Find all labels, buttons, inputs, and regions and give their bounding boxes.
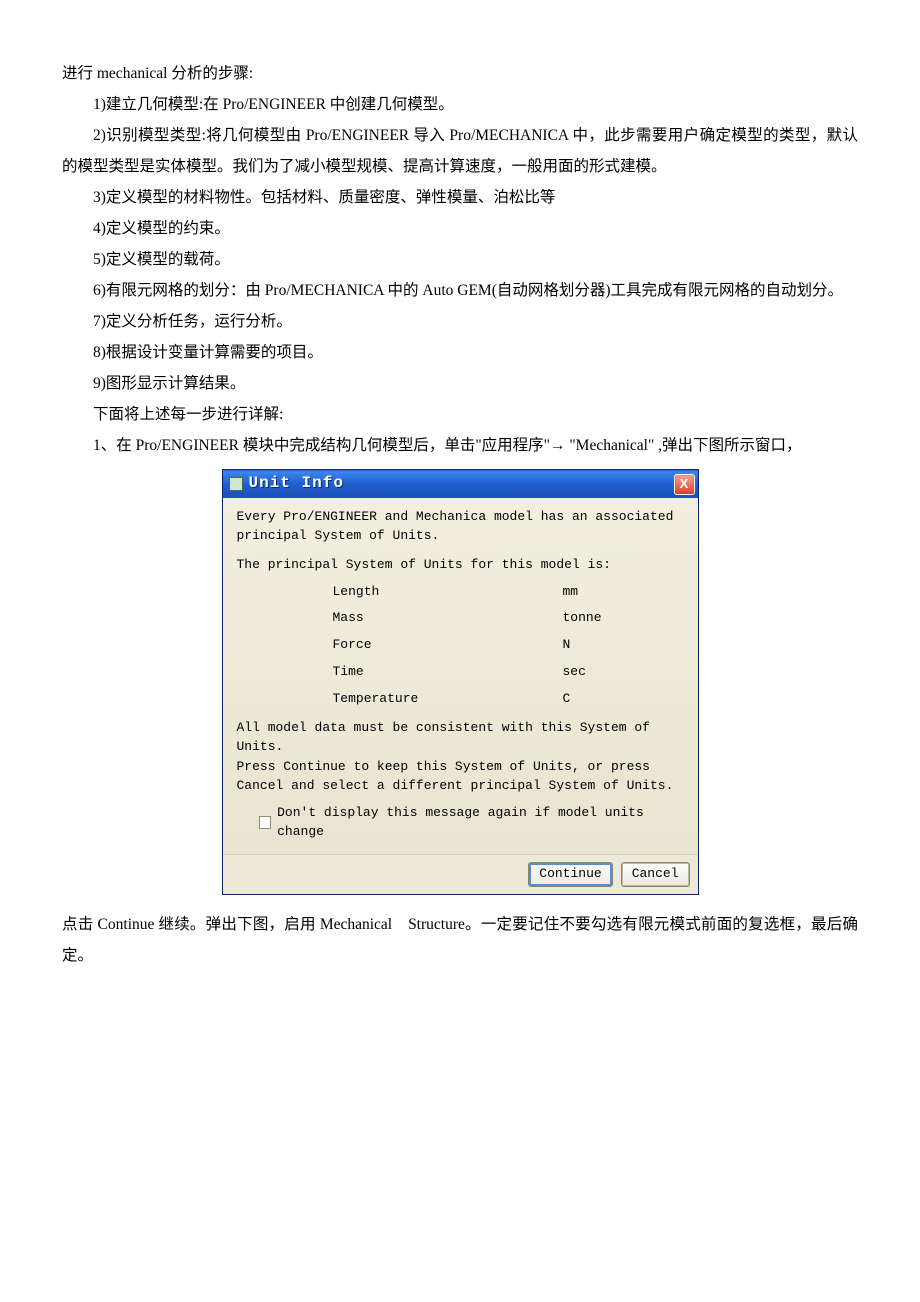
dialog-title: Unit Info bbox=[249, 472, 344, 495]
step-item-8: 8)根据设计变量计算需要的项目。 bbox=[62, 337, 858, 368]
unit-label: Time bbox=[333, 659, 563, 686]
units-table: Lengthmm Masstonne ForceN Timesec Temper… bbox=[237, 579, 684, 713]
document-page: 进行 mechanical 分析的步骤: 1)建立几何模型:在 Pro/ENGI… bbox=[0, 0, 920, 1031]
unit-label: Mass bbox=[333, 605, 563, 632]
titlebar-left: Unit Info bbox=[229, 472, 344, 495]
checkbox-label: Don't display this message again if mode… bbox=[277, 804, 683, 842]
step-item-9: 9)图形显示计算结果。 bbox=[62, 368, 858, 399]
unit-value: tonne bbox=[563, 605, 684, 632]
unit-label: Temperature bbox=[333, 686, 563, 713]
cancel-button[interactable]: Cancel bbox=[621, 862, 690, 887]
step-item-7: 7)定义分析任务，运行分析。 bbox=[62, 306, 858, 337]
close-button[interactable]: X bbox=[674, 474, 695, 495]
unit-label: Force bbox=[333, 632, 563, 659]
step-item-4: 4)定义模型的约束。 bbox=[62, 213, 858, 244]
table-row: ForceN bbox=[237, 632, 684, 659]
intro-line: 进行 mechanical 分析的步骤: bbox=[62, 58, 858, 89]
dialog-body: Every Pro/ENGINEER and Mechanica model h… bbox=[223, 498, 698, 854]
table-row: TemperatureC bbox=[237, 686, 684, 713]
unit-value: N bbox=[563, 632, 684, 659]
dialog-titlebar: Unit Info X bbox=[223, 470, 698, 498]
continue-button[interactable]: Continue bbox=[528, 862, 612, 887]
dialog-button-bar: Continue Cancel bbox=[223, 854, 698, 894]
unit-value: C bbox=[563, 686, 684, 713]
dont-display-checkbox-row[interactable]: Don't display this message again if mode… bbox=[237, 798, 684, 846]
unit-info-dialog: Unit Info X Every Pro/ENGINEER and Mecha… bbox=[222, 469, 699, 895]
after-dialog-text: 点击 Continue 继续。弹出下图，启用 Mechanical Struct… bbox=[62, 909, 858, 971]
close-icon: X bbox=[680, 475, 689, 494]
dialog-figure: Unit Info X Every Pro/ENGINEER and Mecha… bbox=[62, 469, 858, 895]
step-item-2: 2)识别模型类型:将几何模型由 Pro/ENGINEER 导入 Pro/MECH… bbox=[62, 120, 858, 182]
table-row: Masstonne bbox=[237, 605, 684, 632]
step-item-5: 5)定义模型的载荷。 bbox=[62, 244, 858, 275]
step-item-3: 3)定义模型的材料物性。包括材料、质量密度、弹性模量、泊松比等 bbox=[62, 182, 858, 213]
system-icon bbox=[229, 477, 243, 491]
step-item-1: 1)建立几何模型:在 Pro/ENGINEER 中创建几何模型。 bbox=[62, 89, 858, 120]
dialog-line1: Every Pro/ENGINEER and Mechanica model h… bbox=[237, 508, 684, 546]
dialog-note1: All model data must be consistent with t… bbox=[237, 719, 684, 757]
step1-text: 1、在 Pro/ENGINEER 模块中完成结构几何模型后，单击"应用程序"→ … bbox=[62, 430, 858, 461]
detail-intro: 下面将上述每一步进行详解: bbox=[62, 399, 858, 430]
unit-value: sec bbox=[563, 659, 684, 686]
dialog-note2: Press Continue to keep this System of Un… bbox=[237, 758, 684, 796]
table-row: Lengthmm bbox=[237, 579, 684, 606]
step-item-6: 6)有限元网格的划分：由 Pro/MECHANICA 中的 Auto GEM(自… bbox=[62, 275, 858, 306]
unit-label: Length bbox=[333, 579, 563, 606]
table-row: Timesec bbox=[237, 659, 684, 686]
checkbox-icon[interactable] bbox=[259, 816, 272, 829]
unit-value: mm bbox=[563, 579, 684, 606]
dialog-line2: The principal System of Units for this m… bbox=[237, 556, 684, 575]
